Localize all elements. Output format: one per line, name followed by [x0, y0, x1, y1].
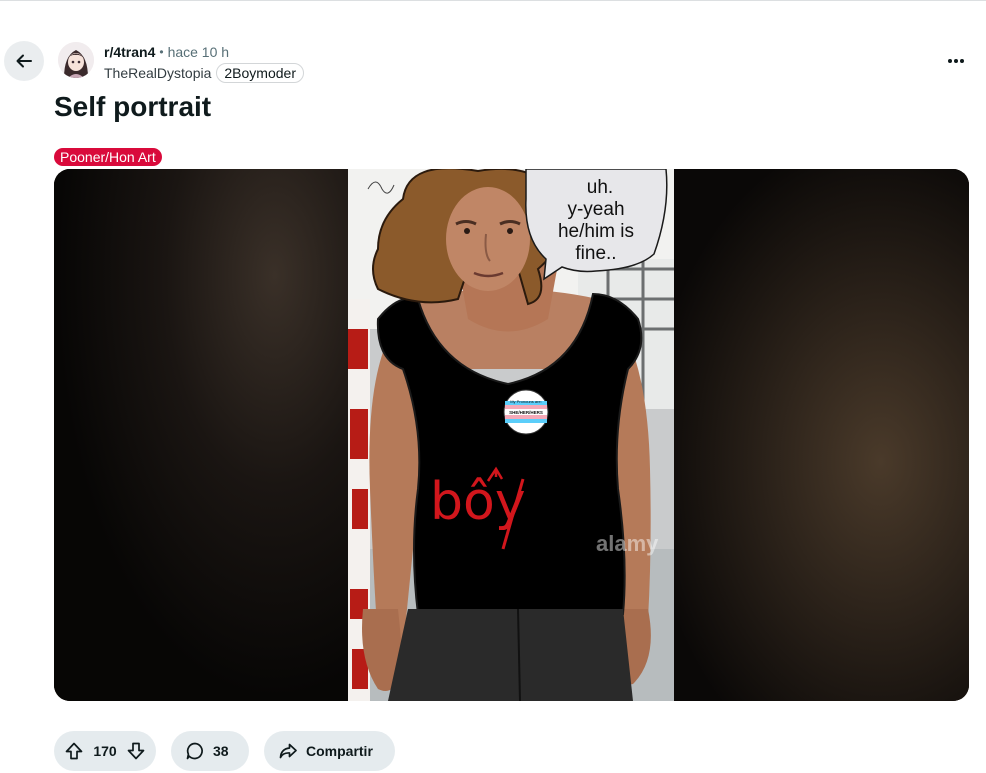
subreddit-avatar[interactable] [58, 42, 94, 78]
user-flair: 2Boymoder [216, 63, 304, 83]
post-flair[interactable]: Pooner/Hon Art [54, 148, 162, 166]
post-time: hace 10 h [167, 44, 230, 60]
post-media[interactable]: uh. y-yeah he/him is fine.. My Pronouns … [54, 169, 969, 701]
ellipsis-icon [947, 58, 965, 64]
share-arrow-icon [278, 741, 298, 761]
watermark-text: alamy [596, 531, 659, 556]
pin-top-text: My Pronouns are: [510, 399, 542, 404]
bubble-line-4: fine.. [575, 243, 616, 264]
downvote-icon[interactable] [126, 741, 146, 761]
pronoun-pin: My Pronouns are: SHE/HER/HERS [503, 389, 549, 435]
share-label: Compartir [306, 743, 373, 759]
bubble-line-3: he/him is [558, 221, 634, 242]
post-title: Self portrait [54, 91, 212, 122]
top-divider [0, 0, 986, 1]
bubble-line-1: uh. [587, 177, 613, 198]
meta-separator: • [159, 45, 164, 59]
more-options-button[interactable] [938, 45, 974, 77]
post-image[interactable]: uh. y-yeah he/him is fine.. My Pronouns … [348, 169, 674, 701]
back-button[interactable] [4, 41, 44, 81]
media-blur-right [674, 169, 969, 701]
post-actions: 170 38 Compartir [54, 731, 395, 771]
author-link[interactable]: TheRealDystopia [104, 65, 211, 81]
share-button[interactable]: Compartir [264, 731, 395, 771]
vote-count: 170 [93, 743, 117, 759]
upvote-icon[interactable] [64, 741, 84, 761]
bubble-line-2: y-yeah [567, 199, 624, 220]
vote-group: 170 [54, 731, 156, 771]
pin-bottom-text: SHE/HER/HERS [509, 410, 543, 415]
subreddit-link[interactable]: r/4tran4 [104, 43, 155, 61]
media-blur-left [54, 169, 348, 701]
arrow-left-icon [14, 51, 34, 71]
comment-bubble-icon [185, 741, 205, 761]
comment-count: 38 [213, 743, 229, 759]
comments-button[interactable]: 38 [171, 731, 249, 771]
post-meta: r/4tran4 • hace 10 h TheRealDystopia 2Bo… [104, 43, 304, 83]
